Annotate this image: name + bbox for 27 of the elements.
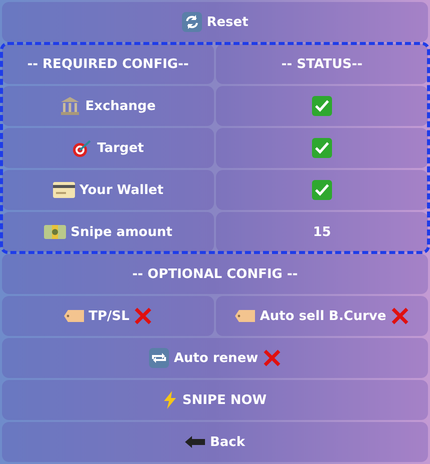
back-arrow-icon (184, 436, 205, 448)
config-button[interactable]: Target (2, 128, 214, 168)
status-button[interactable] (216, 170, 428, 210)
snipe-now-button[interactable]: SNIPE NOW (2, 380, 428, 420)
back-button[interactable]: Back (2, 422, 428, 462)
refresh-icon (182, 12, 202, 32)
config-button[interactable]: Your Wallet (2, 170, 214, 210)
dart-target-icon (72, 138, 92, 158)
config-button[interactable]: Exchange (2, 86, 214, 126)
tag-icon (234, 310, 255, 322)
status-button[interactable] (216, 86, 428, 126)
option-button[interactable]: Auto sell B.Curve (216, 296, 428, 336)
reset-button[interactable]: Reset (2, 2, 428, 42)
auto-renew-button[interactable]: Auto renew (2, 338, 428, 378)
value-button[interactable]: 15 (216, 212, 428, 252)
optional-config-button[interactable]: -- OPTIONAL CONFIG -- (2, 254, 428, 294)
config-button[interactable]: Snipe amount (2, 212, 214, 252)
option-button[interactable]: TP/SL (2, 296, 214, 336)
banknote-icon (44, 224, 66, 240)
tag-icon (64, 310, 84, 322)
status-button[interactable] (216, 128, 428, 168)
credit-card-icon (52, 182, 75, 198)
lightning-icon (163, 391, 178, 409)
bank-icon (60, 96, 80, 116)
status-header-button[interactable]: -- STATUS-- (216, 44, 428, 84)
repeat-icon (148, 348, 169, 368)
config-header-button[interactable]: -- REQUIRED CONFIG-- (2, 44, 214, 84)
